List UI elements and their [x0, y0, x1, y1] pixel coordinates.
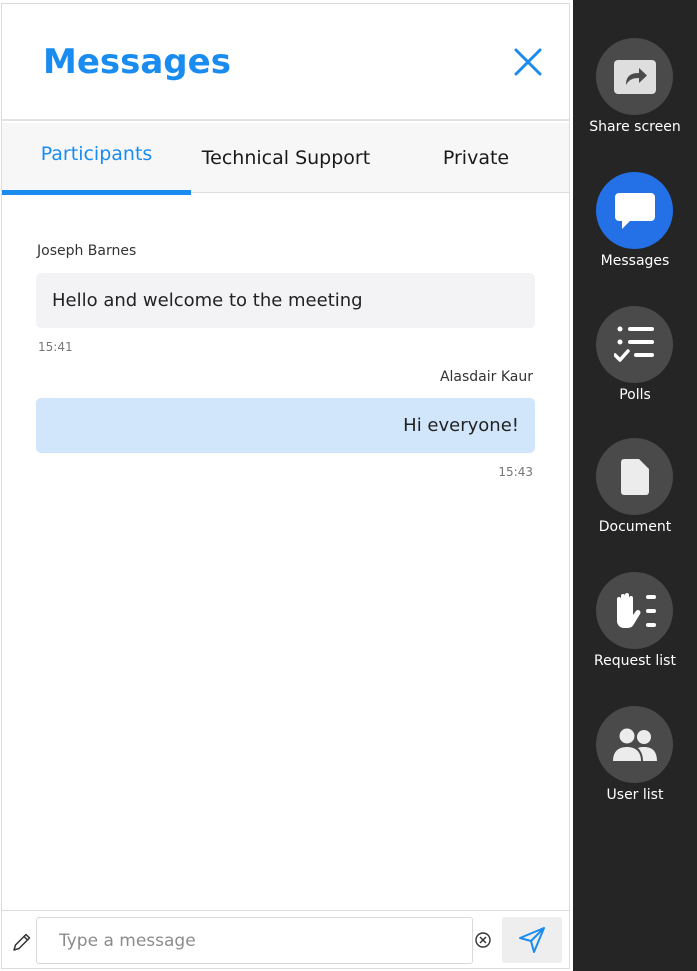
- sidebar-item-label: Messages: [600, 253, 670, 269]
- checklist-icon: [613, 326, 654, 362]
- send-button[interactable]: [502, 917, 562, 963]
- sidebar-item-label: Document: [598, 519, 672, 535]
- close-button[interactable]: [510, 44, 546, 80]
- sidebar-item-label: Share screen: [589, 119, 681, 135]
- share-screen-icon: [613, 59, 656, 94]
- tab-technical-support[interactable]: Technical Support: [191, 123, 381, 193]
- message-timestamp: 15:43: [498, 465, 533, 479]
- document-icon: [620, 458, 649, 495]
- sidebar-item-request-list[interactable]: Request list: [573, 572, 697, 684]
- pencil-icon[interactable]: [11, 931, 33, 953]
- send-icon: [519, 927, 545, 953]
- message-composer: [2, 910, 569, 968]
- sidebar-item-label: User list: [606, 787, 664, 803]
- message-bubble: Hi everyone!: [36, 398, 535, 453]
- sidebar-item-polls[interactable]: Polls: [573, 306, 697, 418]
- chat-header: Messages: [2, 4, 569, 121]
- message-bubble: Hello and welcome to the meeting: [36, 273, 535, 328]
- tab-private[interactable]: Private: [381, 123, 571, 193]
- sidebar-item-document[interactable]: Document: [573, 438, 697, 550]
- close-icon: [514, 48, 542, 76]
- sidebar: Share screen Messages Polls Document Req…: [573, 0, 697, 971]
- page-title: Messages: [43, 42, 231, 82]
- sidebar-item-share-screen[interactable]: Share screen: [573, 38, 697, 150]
- tab-participants[interactable]: Participants: [2, 123, 191, 195]
- tab-bar: Participants Technical Support Private: [2, 123, 571, 195]
- users-icon: [612, 728, 657, 761]
- sidebar-item-messages[interactable]: Messages: [573, 172, 697, 284]
- chat-bubble-icon: [614, 192, 655, 229]
- raised-hand-icon: [616, 592, 656, 628]
- chat-panel: Messages Participants Technical Support …: [1, 3, 570, 969]
- sidebar-item-label: Request list: [594, 653, 676, 669]
- sidebar-item-user-list[interactable]: User list: [573, 706, 697, 818]
- message-sender: Alasdair Kaur: [439, 369, 533, 385]
- message-input[interactable]: [36, 917, 473, 964]
- message-timestamp: 15:41: [38, 340, 73, 354]
- clear-icon[interactable]: [474, 931, 492, 949]
- sidebar-item-label: Polls: [619, 387, 651, 403]
- message-sender: Joseph Barnes: [37, 243, 137, 259]
